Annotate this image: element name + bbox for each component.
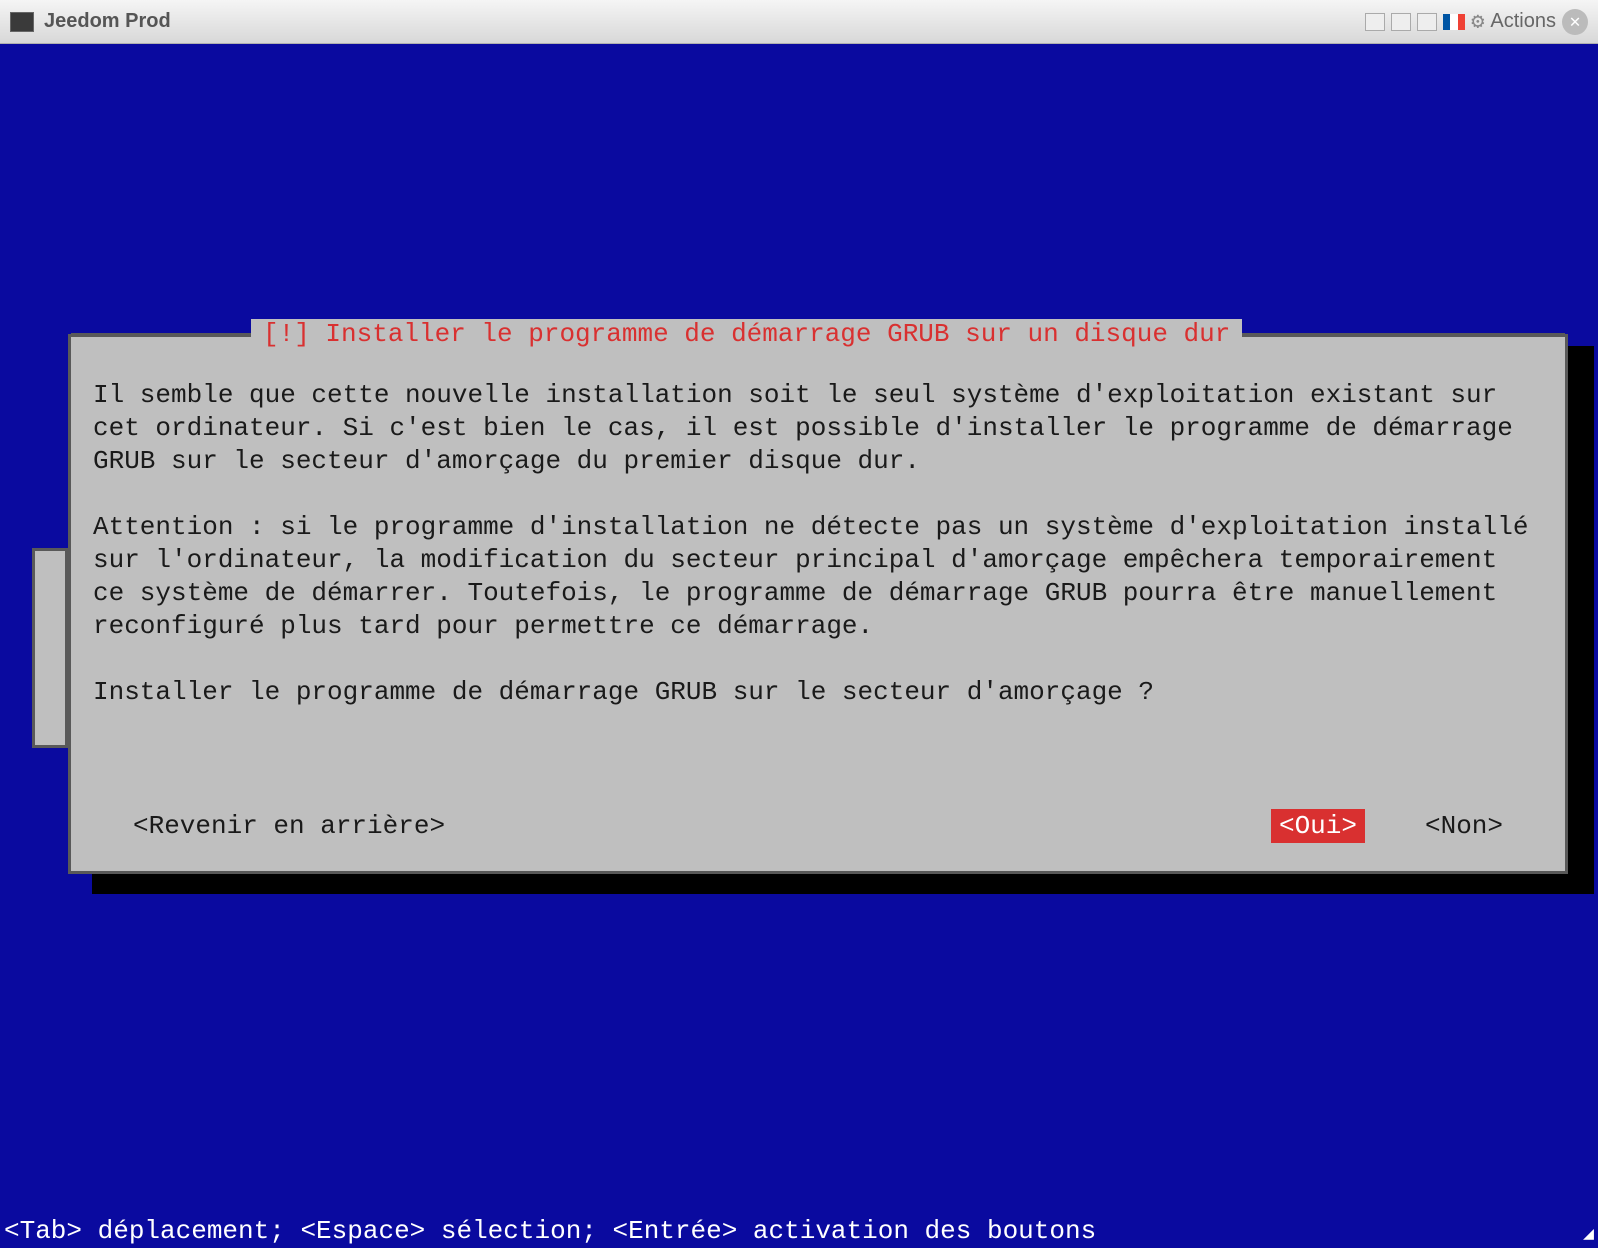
grub-install-dialog: [!] Installer le programme de démarrage … <box>68 334 1568 874</box>
window-titlebar: Jeedom Prod ⚙ Actions ✕ <box>0 0 1598 44</box>
background-dialog-edge <box>32 548 68 748</box>
back-button[interactable]: <Revenir en arrière> <box>93 811 485 841</box>
close-icon[interactable]: ✕ <box>1562 9 1588 35</box>
dialog-title-row: [!] Installer le programme de démarrage … <box>71 319 1565 349</box>
no-button[interactable]: <Non> <box>1425 809 1503 843</box>
app-icon <box>10 12 34 32</box>
terminal-area: [!] Installer le programme de démarrage … <box>0 44 1598 1248</box>
dialog-title: [!] Installer le programme de démarrage … <box>251 319 1242 349</box>
window-control-icon[interactable] <box>1391 13 1411 31</box>
titlebar-controls: ⚙ Actions ✕ <box>1365 9 1588 35</box>
window-title: Jeedom Prod <box>44 10 171 33</box>
dialog-paragraph: Attention : si le programme d'installati… <box>93 511 1543 643</box>
actions-menu[interactable]: Actions <box>1490 10 1556 33</box>
dialog-question: Installer le programme de démarrage GRUB… <box>93 676 1543 709</box>
gear-icon[interactable]: ⚙ <box>1471 9 1484 34</box>
window-control-icon[interactable] <box>1365 13 1385 31</box>
flag-france-icon[interactable] <box>1443 14 1465 30</box>
dialog-paragraph: Il semble que cette nouvelle installatio… <box>93 379 1543 478</box>
dialog-body: Il semble que cette nouvelle installatio… <box>93 379 1543 709</box>
dialog-button-row: <Revenir en arrière> <Oui> <Non> <box>93 809 1543 843</box>
keyboard-help-text: <Tab> déplacement; <Espace> sélection; <… <box>4 1216 1096 1246</box>
yes-button[interactable]: <Oui> <box>1271 809 1365 843</box>
window-control-icon[interactable] <box>1417 13 1437 31</box>
resize-grip-icon[interactable]: ◢ <box>1583 1223 1594 1244</box>
